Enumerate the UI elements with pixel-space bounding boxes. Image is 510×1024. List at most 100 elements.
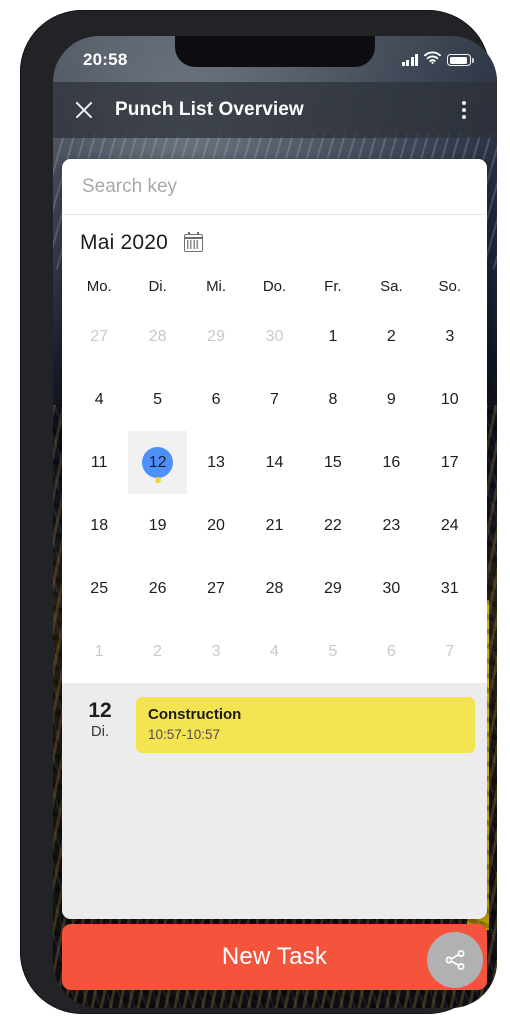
calendar-day-number: 7: [445, 642, 455, 660]
calendar-day-number: 24: [440, 516, 459, 534]
overflow-menu-icon[interactable]: [453, 99, 475, 121]
calendar-day-cell[interactable]: 30: [245, 305, 303, 368]
calendar-day-cell[interactable]: 23: [362, 494, 420, 557]
search-row: [62, 159, 487, 215]
calendar-day-cell[interactable]: 19: [128, 494, 186, 557]
calendar-day-number: 4: [94, 390, 104, 408]
wifi-icon: [424, 51, 441, 69]
calendar-day-number: 16: [382, 453, 401, 471]
calendar-day-number: 1: [94, 642, 104, 660]
calendar-day-number: 3: [211, 642, 221, 660]
calendar-day-number: 30: [382, 579, 401, 597]
calendar-day-cell[interactable]: 26: [128, 557, 186, 620]
event-card[interactable]: Construction 10:57-10:57: [136, 697, 475, 754]
weekday-label: Di.: [148, 278, 167, 295]
calendar-day-cell[interactable]: 8: [304, 368, 362, 431]
calendar-day-cell[interactable]: 20: [187, 494, 245, 557]
calendar-day-cell[interactable]: 1: [70, 620, 128, 683]
calendar-day-cell[interactable]: 2: [362, 305, 420, 368]
calendar-day-cell[interactable]: 15: [304, 431, 362, 494]
search-input[interactable]: [80, 174, 469, 199]
calendar-day-number: 27: [90, 327, 109, 345]
calendar-day-number: 7: [270, 390, 279, 408]
calendar-day-number: 19: [148, 516, 167, 534]
calendar-day-cell[interactable]: 13: [187, 431, 245, 494]
calendar-day-cell[interactable]: 5: [128, 368, 186, 431]
calendar-day-number: 6: [386, 642, 396, 660]
calendar-day-number: 18: [90, 516, 109, 534]
share-button[interactable]: [427, 932, 483, 988]
calendar-day-cell[interactable]: 27: [70, 305, 128, 368]
calendar-day-cell[interactable]: 7: [421, 620, 479, 683]
calendar-day-cell[interactable]: 17: [421, 431, 479, 494]
phone-notch: [175, 36, 375, 67]
calendar-day-cell[interactable]: 4: [70, 368, 128, 431]
page-title: Punch List Overview: [115, 99, 304, 120]
calendar-icon[interactable]: [184, 231, 203, 252]
calendar-day-cell[interactable]: 1: [304, 305, 362, 368]
event-row: 12 Di. Construction 10:57-10:57: [74, 697, 475, 754]
calendar-day-number: 3: [445, 327, 455, 345]
calendar-day-cell[interactable]: 5: [304, 620, 362, 683]
calendar-day-cell[interactable]: 28: [245, 557, 303, 620]
calendar-day-number: 13: [207, 453, 225, 471]
event-date: 12 Di.: [74, 697, 126, 742]
calendar-day-cell[interactable]: 9: [362, 368, 420, 431]
screenshot-stage: 20:58 Punch List Overview Search key Mai…: [0, 0, 510, 1024]
calendar-day-number: 14: [265, 453, 284, 471]
calendar-day-cell[interactable]: 11: [70, 431, 128, 494]
calendar-day-cell[interactable]: 16: [362, 431, 420, 494]
calendar-day-cell[interactable]: 25: [70, 557, 128, 620]
calendar-day-cell[interactable]: 6: [362, 620, 420, 683]
new-task-button[interactable]: New Task: [62, 924, 487, 990]
event-time: 10:57-10:57: [148, 727, 221, 743]
event-date-weekday: Di.: [90, 723, 110, 741]
status-time: 20:58: [83, 50, 128, 69]
calendar-day-cell[interactable]: 29: [304, 557, 362, 620]
calendar-day-number: 5: [328, 642, 338, 660]
event-date-day: 12: [88, 699, 112, 722]
calendar-day-cell[interactable]: 7: [245, 368, 303, 431]
calendar-day-number: 23: [382, 516, 401, 534]
calendar-day-number: 11: [90, 453, 108, 471]
weekday-label: Mi.: [206, 278, 227, 295]
month-row: Mai 2020: [62, 215, 487, 270]
month-label: Mai 2020: [80, 230, 168, 254]
event-indicator-dot: [154, 477, 161, 483]
close-icon[interactable]: [73, 99, 95, 121]
calendar-day-cell[interactable]: 31: [421, 557, 479, 620]
events-list: 12 Di. Construction 10:57-10:57: [62, 683, 487, 919]
calendar-day-number: 27: [207, 579, 225, 597]
status-icons: [401, 51, 474, 69]
weekday-label: Mo.: [86, 278, 112, 295]
calendar-day-number: 5: [153, 390, 163, 408]
calendar-day-number: 20: [207, 516, 225, 534]
calendar-day-cell[interactable]: 27: [187, 557, 245, 620]
calendar-day-number: 8: [328, 390, 338, 408]
calendar-day-cell[interactable]: 30: [362, 557, 420, 620]
calendar-day-cell[interactable]: 29: [187, 305, 245, 368]
calendar-day-number: 21: [265, 516, 284, 534]
calendar-day-cell[interactable]: 24: [421, 494, 479, 557]
calendar-day-cell[interactable]: 14: [245, 431, 303, 494]
weekday-header: Mo. Di. Mi. Do. Fr. Sa. So.: [62, 270, 487, 305]
calendar-day-number: 9: [386, 390, 396, 408]
calendar-day-cell[interactable]: 2: [128, 620, 186, 683]
calendar-day-number: 2: [386, 327, 396, 345]
calendar-day-number: 4: [270, 642, 279, 660]
phone-frame: 20:58 Punch List Overview Search key Mai…: [20, 10, 497, 1014]
calendar-day-cell[interactable]: 12: [128, 431, 187, 494]
calendar-day-number: 12: [142, 447, 174, 478]
calendar-day-cell[interactable]: 10: [421, 368, 479, 431]
calendar-day-cell[interactable]: 6: [187, 368, 245, 431]
calendar-day-cell[interactable]: 18: [70, 494, 128, 557]
calendar-day-cell[interactable]: 3: [187, 620, 245, 683]
calendar-day-cell[interactable]: 22: [304, 494, 362, 557]
calendar-day-cell[interactable]: 3: [421, 305, 479, 368]
calendar-day-number: 22: [324, 516, 342, 534]
calendar-day-number: 26: [148, 579, 167, 597]
calendar-day-cell[interactable]: 28: [128, 305, 186, 368]
weekday-label: So.: [438, 278, 462, 295]
calendar-day-cell[interactable]: 4: [245, 620, 303, 683]
calendar-day-cell[interactable]: 21: [245, 494, 303, 557]
